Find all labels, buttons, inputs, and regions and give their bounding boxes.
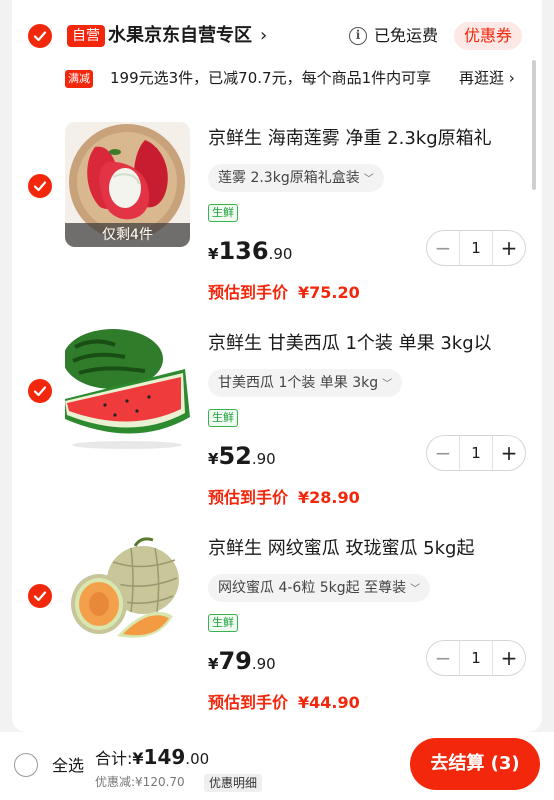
quantity-stepper: − 1 + xyxy=(426,230,526,266)
chevron-down-icon: ﹀ xyxy=(382,379,393,390)
checkmark-icon xyxy=(33,181,47,192)
checkmark-icon xyxy=(33,386,47,397)
fresh-tag: 生鲜 xyxy=(208,614,238,632)
checkmark-icon xyxy=(33,591,47,602)
checkout-button[interactable]: 去结算 (3) xyxy=(410,738,540,790)
checkmark-icon xyxy=(33,31,47,42)
increase-button[interactable]: + xyxy=(493,231,525,265)
price-integer: 79 xyxy=(218,647,252,675)
price-decimal: .90 xyxy=(251,450,276,468)
product-image[interactable] xyxy=(65,532,190,657)
spec-label: 甘美西瓜 1个装 单果 3kg xyxy=(218,375,379,391)
item-price: ¥52.90 xyxy=(208,441,276,474)
info-icon[interactable]: i xyxy=(349,27,367,45)
estimated-price-value: ¥44.90 xyxy=(298,693,360,712)
estimated-price: 预估到手价 ¥75.20 xyxy=(208,281,360,305)
decrease-button[interactable]: − xyxy=(427,231,459,265)
checkout-bar: 全选 合计:¥149.00 优惠减:¥120.70 优惠明细 去结算 (3) xyxy=(0,732,554,800)
spec-selector[interactable]: 甘美西瓜 1个装 单果 3kg ﹀ xyxy=(208,369,403,397)
select-all-checkbox[interactable] xyxy=(14,753,38,777)
cart-item: 京鲜生 网纹蜜瓜 玫珑蜜瓜 5kg起 网纹蜜瓜 4-6粒 5kg起 至尊装 ﹀ 生… xyxy=(12,532,542,732)
quantity-input[interactable]: 1 xyxy=(459,231,493,265)
self-operated-tag: 自营 xyxy=(67,25,105,47)
fresh-tag: 生鲜 xyxy=(208,204,238,222)
promo-text: 199元选3件，已减70.7元，每个商品1件内可享 xyxy=(110,69,432,87)
total-amount: 合计:¥149.00 xyxy=(95,744,209,772)
item-price: ¥79.90 xyxy=(208,646,276,679)
total-integer: 149 xyxy=(143,745,186,769)
estimated-price-value: ¥75.20 xyxy=(298,283,360,302)
total-decimal: .00 xyxy=(185,750,210,768)
price-decimal: .90 xyxy=(251,655,276,673)
price-integer: 52 xyxy=(218,442,252,470)
cart-item: 京鲜生 甘美西瓜 1个装 单果 3kg以 甘美西瓜 1个装 单果 3kg ﹀ 生鲜… xyxy=(12,327,542,532)
promo-tag: 满减 xyxy=(65,70,93,88)
chevron-down-icon: ﹀ xyxy=(410,584,421,595)
chevron-down-icon: ﹀ xyxy=(363,174,374,185)
estimated-price-label: 预估到手价 xyxy=(208,693,289,712)
estimated-price-label: 预估到手价 xyxy=(208,283,289,302)
currency-symbol: ¥ xyxy=(208,245,219,263)
cart-card: 自营 水果京东自营专区 › i 已免运费 优惠券 满减 199元选3件，已减70… xyxy=(12,0,542,732)
fresh-tag: 生鲜 xyxy=(208,409,238,427)
shop-more-link[interactable]: 再逛逛 › xyxy=(459,67,515,89)
product-image[interactable]: 仅剩4件 xyxy=(65,122,190,247)
estimated-price: 预估到手价 ¥28.90 xyxy=(208,486,360,510)
spec-selector[interactable]: 网纹蜜瓜 4-6粒 5kg起 至尊装 ﹀ xyxy=(208,574,431,602)
decrease-button[interactable]: − xyxy=(427,641,459,675)
item-select-checkbox[interactable] xyxy=(28,174,52,198)
chevron-right-icon: › xyxy=(260,25,268,46)
product-title[interactable]: 京鲜生 网纹蜜瓜 玫珑蜜瓜 5kg起 xyxy=(208,536,528,562)
discount-detail-button[interactable]: 优惠明细 xyxy=(204,774,263,792)
increase-button[interactable]: + xyxy=(493,436,525,470)
discount-amount: 优惠减:¥120.70 xyxy=(95,775,185,789)
total-currency: ¥ xyxy=(132,749,144,768)
item-select-checkbox[interactable] xyxy=(28,584,52,608)
free-shipping-label: 已免运费 xyxy=(374,26,439,45)
stock-badge: 仅剩4件 xyxy=(65,223,190,247)
spec-label: 莲雾 2.3kg原箱礼盒装 xyxy=(218,170,360,186)
item-select-checkbox[interactable] xyxy=(28,379,52,403)
melon-image xyxy=(65,532,190,657)
currency-symbol: ¥ xyxy=(208,655,219,673)
estimated-price-value: ¥28.90 xyxy=(298,488,360,507)
item-price: ¥136.90 xyxy=(208,236,292,269)
spec-label: 网纹蜜瓜 4-6粒 5kg起 至尊装 xyxy=(218,580,407,596)
estimated-price-label: 预估到手价 xyxy=(208,488,289,507)
store-select-checkbox[interactable] xyxy=(28,24,52,48)
currency-symbol: ¥ xyxy=(208,450,219,468)
quantity-stepper: − 1 + xyxy=(426,435,526,471)
quantity-stepper: − 1 + xyxy=(426,640,526,676)
select-all-label[interactable]: 全选 xyxy=(52,754,84,778)
watermelon-image xyxy=(65,327,190,452)
spec-selector[interactable]: 莲雾 2.3kg原箱礼盒装 ﹀ xyxy=(208,164,384,192)
price-decimal: .90 xyxy=(268,245,293,263)
product-image[interactable] xyxy=(65,327,190,452)
total-label: 合计: xyxy=(95,749,133,768)
store-name-link[interactable]: 水果京东自营专区 › xyxy=(108,22,267,50)
quantity-input[interactable]: 1 xyxy=(459,641,493,675)
cart-item: 仅剩4件 京鲜生 海南莲雾 净重 2.3kg原箱礼 莲雾 2.3kg原箱礼盒装 ﹀… xyxy=(12,122,542,327)
store-name: 水果京东自营专区 xyxy=(108,25,252,46)
decrease-button[interactable]: − xyxy=(427,436,459,470)
product-title[interactable]: 京鲜生 海南莲雾 净重 2.3kg原箱礼 xyxy=(208,126,528,152)
quantity-input[interactable]: 1 xyxy=(459,436,493,470)
product-title[interactable]: 京鲜生 甘美西瓜 1个装 单果 3kg以 xyxy=(208,331,528,357)
estimated-price: 预估到手价 ¥44.90 xyxy=(208,691,360,715)
price-integer: 136 xyxy=(218,237,269,265)
coupon-button[interactable]: 优惠券 xyxy=(454,22,523,50)
increase-button[interactable]: + xyxy=(493,641,525,675)
